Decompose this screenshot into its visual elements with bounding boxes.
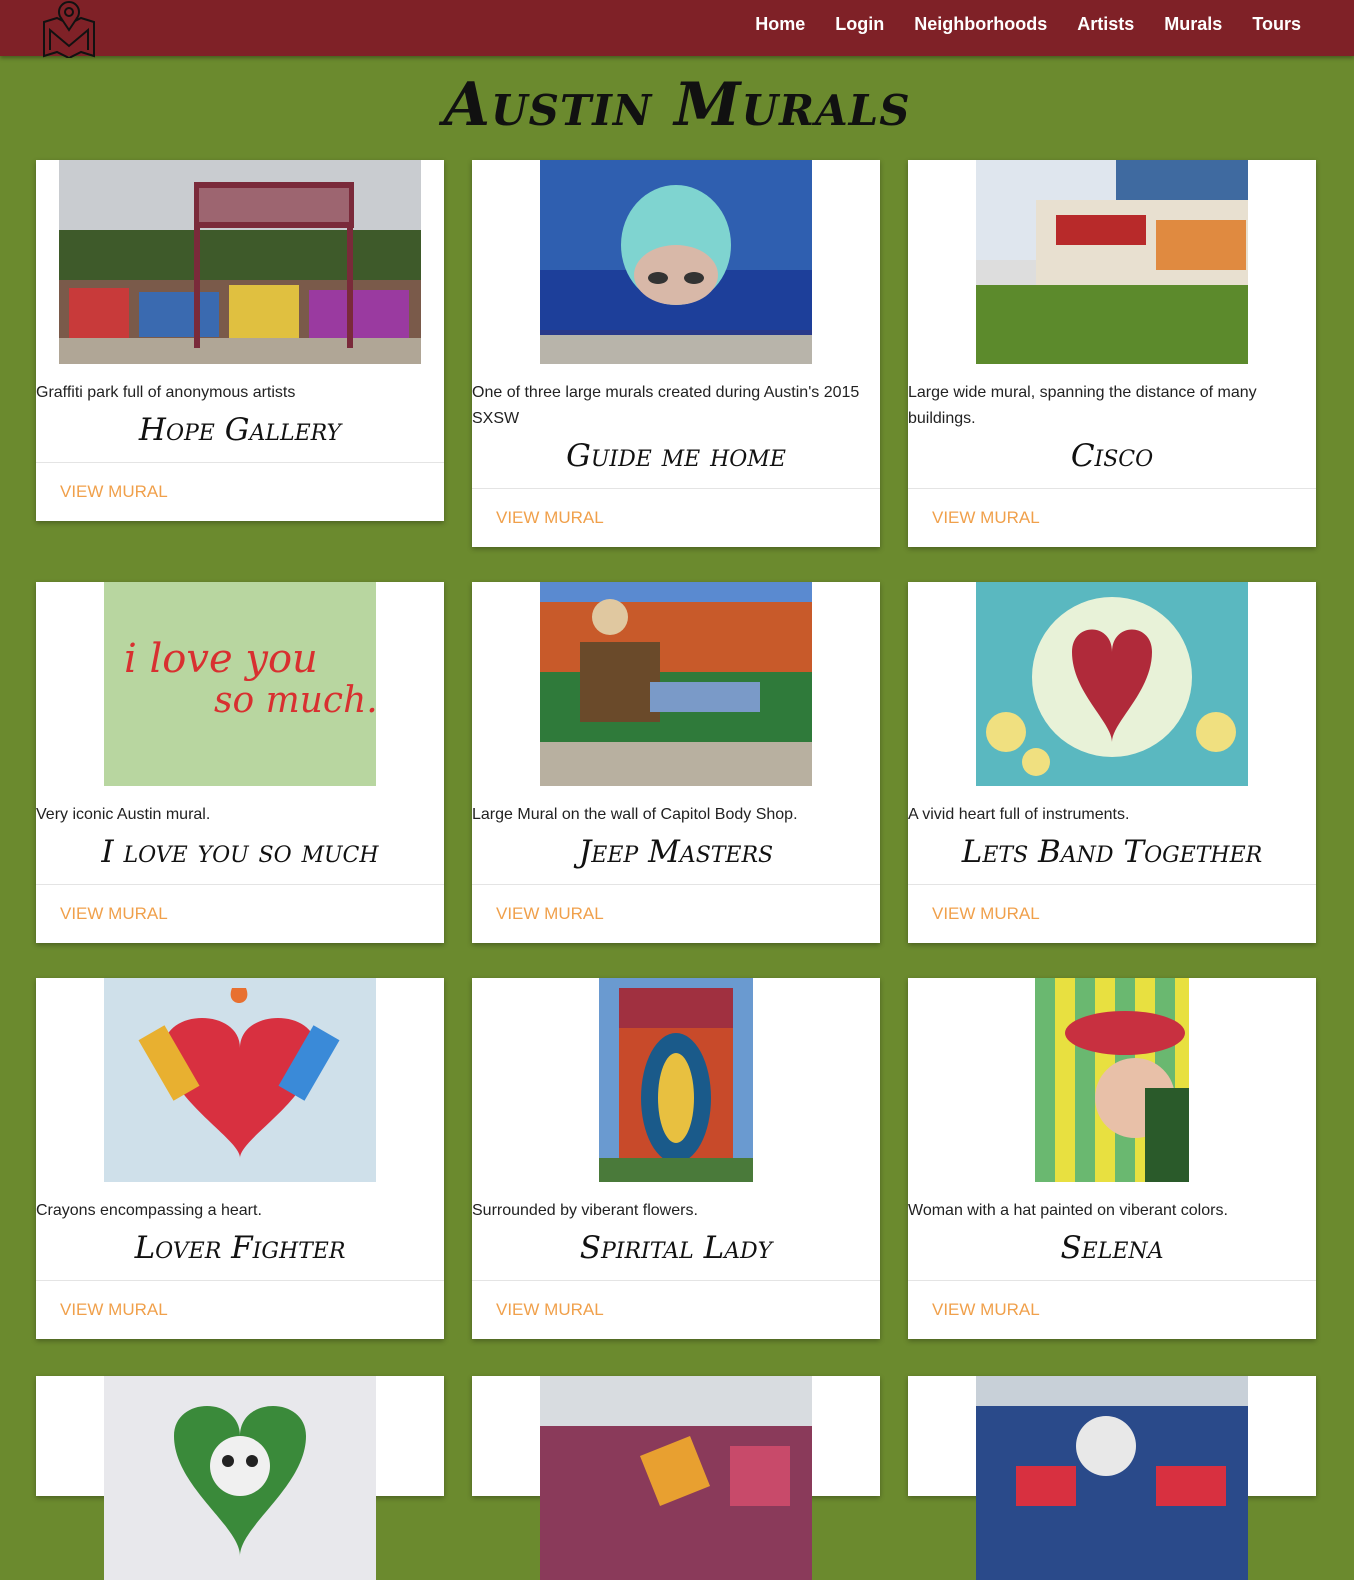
nav-artists[interactable]: Artists xyxy=(1062,14,1149,35)
mural-card: One of three large murals created during… xyxy=(472,160,880,547)
mural-description: Woman with a hat painted on viberant col… xyxy=(908,1202,1228,1219)
mural-title: I love you so much xyxy=(101,834,379,870)
mural-description: Very iconic Austin mural. xyxy=(36,806,211,823)
mural-title: Guide me home xyxy=(566,438,786,474)
mural-image[interactable] xyxy=(976,582,1248,786)
mural-description: Surrounded by viberant flowers. xyxy=(472,1202,698,1219)
mural-title: Jeep Masters xyxy=(578,834,774,870)
view-mural-button[interactable]: VIEW MURAL xyxy=(36,884,444,943)
mural-card: Graffiti park full of anonymous artists … xyxy=(36,160,444,521)
nav-murals[interactable]: Murals xyxy=(1149,14,1237,35)
mural-card: Large wide mural, spanning the distance … xyxy=(908,160,1316,547)
mural-description: A vivid heart full of instruments. xyxy=(908,806,1130,823)
mural-description: Crayons encompassing a heart. xyxy=(36,1202,262,1219)
mural-card xyxy=(472,1376,880,1580)
mural-image[interactable] xyxy=(104,1376,376,1580)
mural-card: i love you so much. Very iconic Austin m… xyxy=(36,582,444,943)
mural-description: Large wide mural, spanning the distance … xyxy=(908,384,1257,427)
mural-image[interactable] xyxy=(976,160,1248,364)
mural-image[interactable] xyxy=(540,1376,812,1580)
mural-image[interactable]: i love you so much. xyxy=(104,582,376,786)
mural-image[interactable] xyxy=(59,160,421,364)
mural-card xyxy=(908,1376,1316,1580)
nav-links: Home Login Neighborhoods Artists Murals … xyxy=(740,0,1316,48)
map-pin-logo-icon[interactable] xyxy=(40,0,98,58)
mural-card: Large Mural on the wall of Capitol Body … xyxy=(472,582,880,943)
mural-card: Surrounded by viberant flowers. Spirital… xyxy=(472,978,880,1339)
mural-description: Large Mural on the wall of Capitol Body … xyxy=(472,806,798,823)
mural-title: Selena xyxy=(1060,1230,1164,1266)
mural-card: A vivid heart full of instruments. Lets … xyxy=(908,582,1316,943)
nav-neighborhoods[interactable]: Neighborhoods xyxy=(899,14,1062,35)
svg-text:so much.: so much. xyxy=(214,680,376,721)
page-title: Austin Murals xyxy=(443,70,911,140)
mural-title: Lover Fighter xyxy=(134,1230,346,1266)
mural-title: Spirital Lady xyxy=(579,1230,773,1266)
mural-image[interactable] xyxy=(599,978,753,1182)
mural-description: One of three large murals created during… xyxy=(472,384,860,427)
nav-tours[interactable]: Tours xyxy=(1237,14,1316,35)
nav-home[interactable]: Home xyxy=(740,14,820,35)
view-mural-button[interactable]: VIEW MURAL xyxy=(908,488,1316,547)
mural-title: Lets Band Together xyxy=(961,834,1263,870)
view-mural-button[interactable]: VIEW MURAL xyxy=(472,884,880,943)
mural-image[interactable] xyxy=(104,978,376,1182)
mural-title: Cisco xyxy=(1070,438,1154,474)
mural-image[interactable] xyxy=(540,582,812,786)
mural-card: Woman with a hat painted on viberant col… xyxy=(908,978,1316,1339)
mural-image[interactable] xyxy=(976,1376,1248,1580)
mural-image[interactable] xyxy=(1035,978,1189,1182)
view-mural-button[interactable]: VIEW MURAL xyxy=(472,488,880,547)
mural-card xyxy=(36,1376,444,1580)
mural-title: Hope Gallery xyxy=(138,412,342,448)
nav-login[interactable]: Login xyxy=(820,14,899,35)
svg-text:i love you: i love you xyxy=(124,636,318,682)
top-navbar: Home Login Neighborhoods Artists Murals … xyxy=(0,0,1354,58)
view-mural-button[interactable]: VIEW MURAL xyxy=(908,884,1316,943)
mural-image[interactable] xyxy=(540,160,812,364)
mural-description: Graffiti park full of anonymous artists xyxy=(36,384,296,401)
view-mural-button[interactable]: VIEW MURAL xyxy=(472,1280,880,1339)
view-mural-button[interactable]: VIEW MURAL xyxy=(908,1280,1316,1339)
view-mural-button[interactable]: VIEW MURAL xyxy=(36,1280,444,1339)
view-mural-button[interactable]: VIEW MURAL xyxy=(36,462,444,521)
mural-card: Crayons encompassing a heart. Lover Figh… xyxy=(36,978,444,1339)
